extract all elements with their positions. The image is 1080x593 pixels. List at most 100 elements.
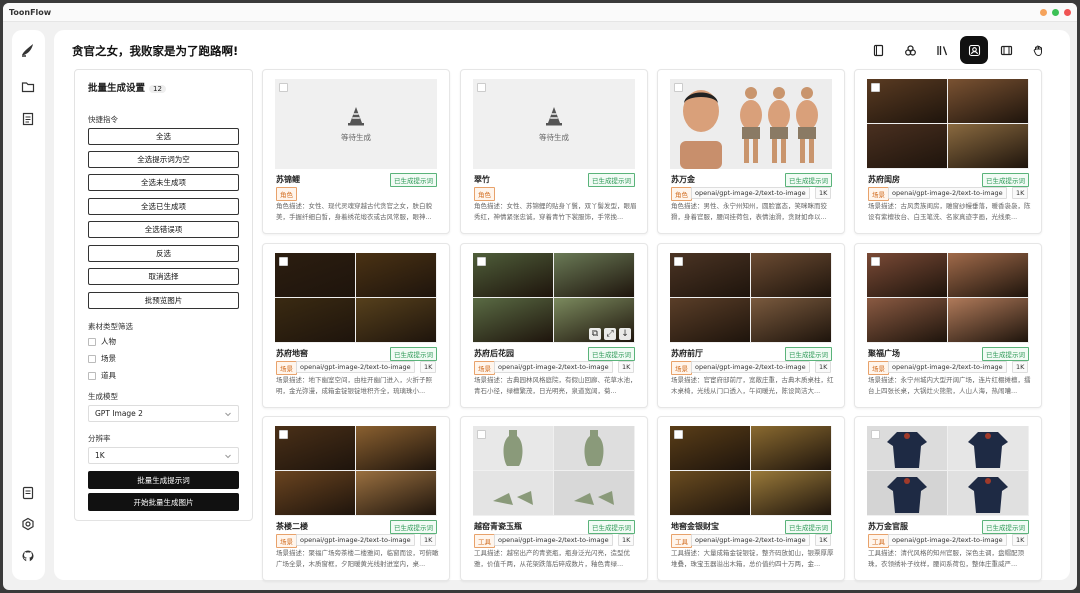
card-checkbox[interactable] bbox=[279, 430, 288, 439]
cancel-selection-button[interactable]: 取消选择 bbox=[88, 268, 239, 285]
asset-card[interactable]: 等待生成 翠竹 已生成提示词 角色 角色描述：女性、苏锦鲤的贴身丫鬟，双丫髻发型，眼眉秀… bbox=[460, 69, 648, 234]
card-checkbox[interactable] bbox=[674, 430, 683, 439]
app-title: ToonFlow bbox=[9, 7, 52, 17]
card-checkbox[interactable] bbox=[871, 430, 880, 439]
notes-icon[interactable] bbox=[20, 485, 36, 501]
asset-thumbnail[interactable] bbox=[473, 426, 635, 516]
card-checkbox[interactable] bbox=[477, 430, 486, 439]
card-checkbox[interactable] bbox=[871, 83, 880, 92]
assets-view-button[interactable] bbox=[960, 36, 988, 64]
download-icon[interactable]: ↓ bbox=[619, 328, 631, 340]
left-rail bbox=[12, 30, 45, 580]
card-checkbox[interactable] bbox=[871, 257, 880, 266]
asset-thumbnail[interactable] bbox=[275, 426, 437, 516]
asset-description: 场景描述：古风贵族闺房，雕窗纱幔垂落，暖香袅袅，陈设有紫檀妆台、白玉笔洗、名家真… bbox=[868, 202, 1031, 221]
checkbox[interactable] bbox=[88, 354, 96, 363]
document-icon[interactable] bbox=[20, 111, 36, 127]
card-checkbox[interactable] bbox=[477, 257, 486, 266]
close-button[interactable] bbox=[1064, 8, 1071, 16]
asset-thumbnail[interactable] bbox=[670, 253, 832, 343]
thumbnail-tile bbox=[948, 471, 1028, 515]
asset-thumbnail[interactable]: 等待生成 bbox=[473, 79, 635, 169]
checkbox[interactable] bbox=[88, 371, 96, 380]
thumbnail-tile bbox=[554, 471, 634, 515]
cone-icon bbox=[348, 106, 364, 125]
asset-thumbnail[interactable] bbox=[867, 253, 1029, 343]
filter-label: 道具 bbox=[101, 371, 116, 380]
asset-thumbnail[interactable] bbox=[275, 253, 437, 343]
asset-card[interactable]: 地窖金银财宝 已生成提示词 工具 openai/gpt-image-2/text-to… bbox=[657, 416, 845, 581]
asset-type-tag: 工具 bbox=[474, 534, 495, 548]
asset-thumbnail[interactable]: ⧉ ⤢ ↓ bbox=[473, 253, 635, 343]
minimize-button[interactable] bbox=[1040, 8, 1047, 16]
book-icon bbox=[873, 44, 883, 56]
asset-card[interactable]: 等待生成 苏锦鲤 已生成提示词 角色 角色描述：女性、现代灵魂穿越古代贪官之女，肤白貌美… bbox=[262, 69, 450, 234]
asset-type-tag: 场景 bbox=[276, 361, 297, 375]
thumbnail-tile bbox=[356, 298, 436, 342]
maximize-button[interactable] bbox=[1052, 8, 1059, 16]
checkbox[interactable] bbox=[88, 337, 96, 346]
quick-commands-label: 快捷指令 bbox=[88, 115, 118, 124]
library-view-button[interactable] bbox=[928, 36, 956, 64]
card-checkbox[interactable] bbox=[279, 83, 288, 92]
asset-thumbnail[interactable] bbox=[670, 426, 832, 516]
select-ungenerated-button[interactable]: 全选未生成项 bbox=[88, 174, 239, 191]
batch-image-button[interactable]: 开始批量生成图片 bbox=[88, 493, 239, 511]
filter-character[interactable]: 人物 bbox=[88, 336, 116, 347]
character-figure bbox=[794, 85, 820, 165]
copy-icon[interactable]: ⧉ bbox=[589, 328, 601, 340]
select-all-button[interactable]: 全选 bbox=[88, 128, 239, 145]
hand-tool-button[interactable] bbox=[1024, 36, 1052, 64]
model-tag: openai/gpt-image-2/text-to-image bbox=[888, 534, 1007, 546]
settings-icon[interactable] bbox=[20, 516, 36, 532]
invert-selection-button[interactable]: 反选 bbox=[88, 245, 239, 262]
video-view-button[interactable] bbox=[992, 36, 1020, 64]
select-errors-button[interactable]: 全选错误项 bbox=[88, 221, 239, 238]
resolution-label: 分辨率 bbox=[88, 434, 111, 443]
select-empty-prompt-button[interactable]: 全选提示词为空 bbox=[88, 151, 239, 168]
select-generated-button[interactable]: 全选已生成项 bbox=[88, 198, 239, 215]
filter-scene[interactable]: 场景 bbox=[88, 353, 116, 364]
model-tag: openai/gpt-image-2/text-to-image bbox=[494, 361, 613, 373]
card-checkbox[interactable] bbox=[674, 83, 683, 92]
storyboard-view-button[interactable] bbox=[896, 36, 924, 64]
expand-icon[interactable]: ⤢ bbox=[604, 328, 616, 340]
asset-card[interactable]: 苏府前厅 已生成提示词 场景 openai/gpt-image-2/text-to-i… bbox=[657, 243, 845, 408]
asset-card[interactable]: 苏府地窖 已生成提示词 场景 openai/gpt-image-2/text-to-i… bbox=[262, 243, 450, 408]
card-checkbox[interactable] bbox=[674, 257, 683, 266]
resolution-select[interactable]: 1K bbox=[88, 447, 239, 464]
asset-card[interactable]: 苏万金官服 已生成提示词 工具 openai/gpt-image-2/text-to-… bbox=[854, 416, 1042, 581]
script-view-button[interactable] bbox=[864, 36, 892, 64]
asset-description: 工具描述：越窑出产的青瓷瓶，瓶身泛光闪亮，造型优雅，价值千两，从花架跌落后碎成数… bbox=[474, 549, 630, 568]
asset-card[interactable]: 茶楼二楼 已生成提示词 场景 openai/gpt-image-2/text-to-i… bbox=[262, 416, 450, 581]
asset-card[interactable]: 聚福广场 已生成提示词 场景 openai/gpt-image-2/text-to-i… bbox=[854, 243, 1042, 408]
asset-thumbnail[interactable] bbox=[670, 79, 832, 169]
card-checkbox[interactable] bbox=[477, 83, 486, 92]
filter-label: 场景 bbox=[101, 354, 116, 363]
batch-preview-button[interactable]: 批预览图片 bbox=[88, 292, 239, 309]
folder-icon[interactable] bbox=[20, 79, 36, 95]
thumbnail-actions: ⧉ ⤢ ↓ bbox=[589, 328, 631, 340]
asset-name: 苏万金官服 bbox=[868, 522, 908, 531]
asset-thumbnail[interactable]: 等待生成 bbox=[275, 79, 437, 169]
asset-thumbnail[interactable] bbox=[867, 79, 1029, 169]
model-select[interactable]: GPT Image 2 bbox=[88, 405, 239, 422]
github-icon[interactable] bbox=[20, 548, 36, 564]
card-checkbox[interactable] bbox=[279, 257, 288, 266]
asset-card[interactable]: ⧉ ⤢ ↓ 苏府后花园 已生成提示词 场景 openai/gpt-image-2/text-… bbox=[460, 243, 648, 408]
model-tag: openai/gpt-image-2/text-to-image bbox=[494, 534, 613, 546]
asset-description: 角色描述：女性、现代灵魂穿越古代贪官之女，肤白貌美，手握纤细白皙，身着绣花缎衣或… bbox=[276, 202, 432, 221]
asset-card[interactable]: 越窑青瓷玉瓶 已生成提示词 工具 openai/gpt-image-2/text-to… bbox=[460, 416, 648, 581]
prompt-status-badge: 已生成提示词 bbox=[785, 347, 832, 361]
main-area: 贪官之女，我败家是为了跑路啊! 批量生成设置 12 快捷指令 全选 全选提示词为… bbox=[54, 30, 1070, 581]
asset-card[interactable]: 苏府闺房 已生成提示词 场景 openai/gpt-image-2/text-to-i… bbox=[854, 69, 1042, 234]
asset-thumbnail[interactable] bbox=[867, 426, 1029, 516]
hand-icon bbox=[1033, 45, 1042, 56]
logo-icon[interactable] bbox=[20, 42, 36, 58]
thumbnail-tile bbox=[275, 298, 355, 342]
batch-prompt-button[interactable]: 批量生成提示词 bbox=[88, 471, 239, 489]
filter-prop[interactable]: 道具 bbox=[88, 370, 116, 381]
model-tag: openai/gpt-image-2/text-to-image bbox=[691, 187, 810, 199]
asset-card[interactable]: 苏万金 已生成提示词 角色 openai/gpt-image-2/text-to-im… bbox=[657, 69, 845, 234]
thumbnail-tile bbox=[554, 426, 634, 470]
